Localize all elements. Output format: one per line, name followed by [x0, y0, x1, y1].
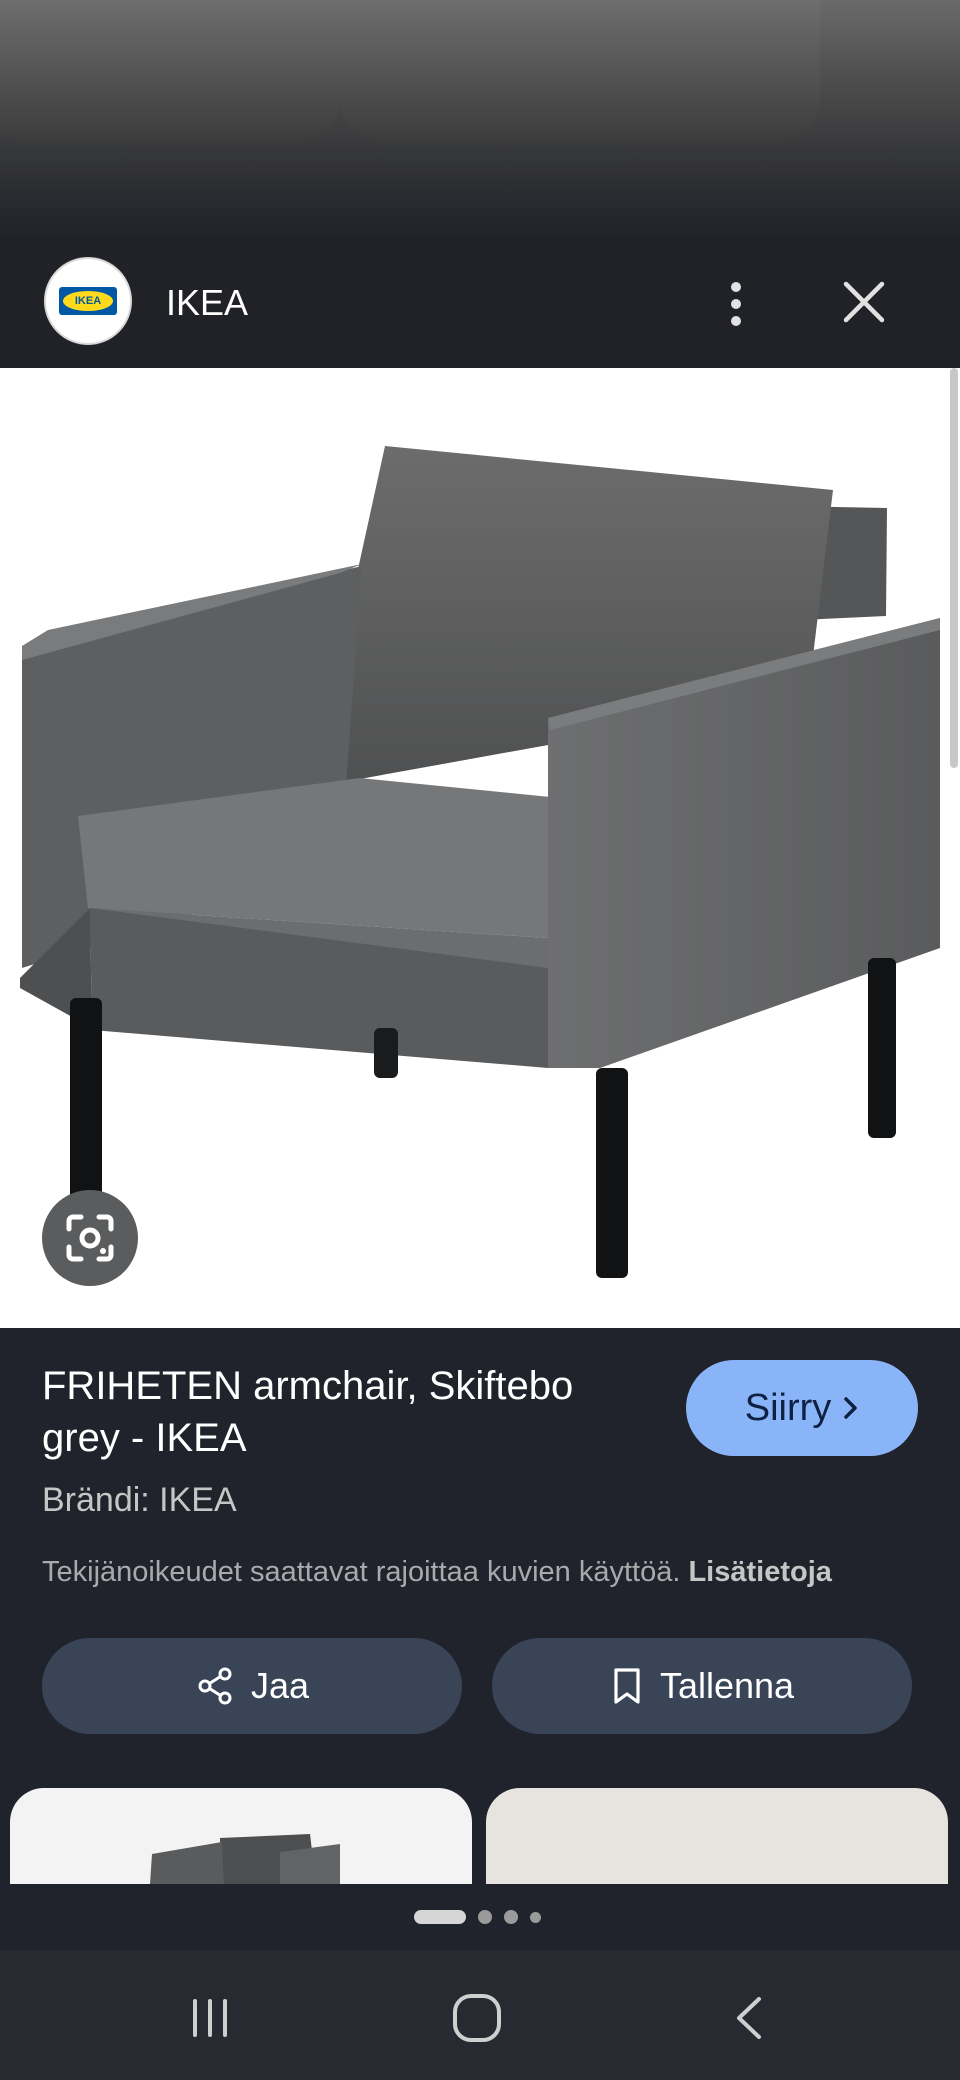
- pager-dot[interactable]: [478, 1910, 492, 1924]
- copyright-notice: Tekijänoikeudet saattavat rajoittaa kuvi…: [42, 1552, 932, 1592]
- sofa-cushion-shape: [0, 0, 340, 140]
- product-image[interactable]: [0, 368, 960, 1328]
- site-name[interactable]: IKEA: [166, 276, 248, 330]
- ikea-logo-mark: IKEA: [59, 287, 117, 315]
- system-navigation-bar: [0, 1950, 960, 2080]
- product-title[interactable]: FRIHETEN armchair, Skiftebo grey - IKEA: [42, 1360, 642, 1464]
- previous-image-preview[interactable]: [0, 0, 960, 240]
- pager-dot[interactable]: [530, 1911, 541, 1923]
- sofa-cushion-shape: [340, 0, 820, 140]
- share-button[interactable]: Jaa: [42, 1638, 462, 1734]
- pager-dot[interactable]: [504, 1910, 518, 1924]
- close-icon[interactable]: [836, 274, 892, 330]
- chevron-right-icon: [844, 1397, 858, 1419]
- ikea-logo-text: IKEA: [74, 295, 102, 307]
- bookmark-icon: [614, 1668, 640, 1704]
- save-button-label: Tallenna: [659, 1665, 795, 1706]
- more-vert-icon[interactable]: [716, 276, 756, 332]
- google-lens-icon[interactable]: [42, 1190, 138, 1286]
- home-icon[interactable]: [447, 1988, 507, 2048]
- related-thumbnail: [150, 1834, 340, 1884]
- source-header: IKEA IKEA: [0, 240, 960, 368]
- copyright-text: Tekijänoikeudet saattavat rajoittaa kuvi…: [42, 1556, 681, 1588]
- visit-button[interactable]: Siirry: [686, 1360, 918, 1456]
- learn-more-link[interactable]: Lisätietoja: [688, 1556, 831, 1588]
- related-result-card[interactable]: [10, 1788, 472, 1884]
- brand-label: Brändi: IKEA: [42, 1481, 237, 1519]
- pager-dot-active[interactable]: [414, 1910, 466, 1924]
- share-icon: [198, 1667, 232, 1705]
- carousel-pager: [0, 1884, 960, 1950]
- related-result-card[interactable]: [486, 1788, 948, 1884]
- armchair-illustration: [20, 446, 940, 1278]
- scrollbar-thumb[interactable]: [950, 368, 958, 768]
- share-button-label: Jaa: [250, 1665, 310, 1706]
- save-button[interactable]: Tallenna: [492, 1638, 912, 1734]
- visit-button-label: Siirry: [744, 1386, 832, 1429]
- recent-apps-icon[interactable]: [180, 1988, 240, 2048]
- back-icon[interactable]: [720, 1988, 780, 2048]
- site-logo[interactable]: IKEA: [44, 257, 132, 345]
